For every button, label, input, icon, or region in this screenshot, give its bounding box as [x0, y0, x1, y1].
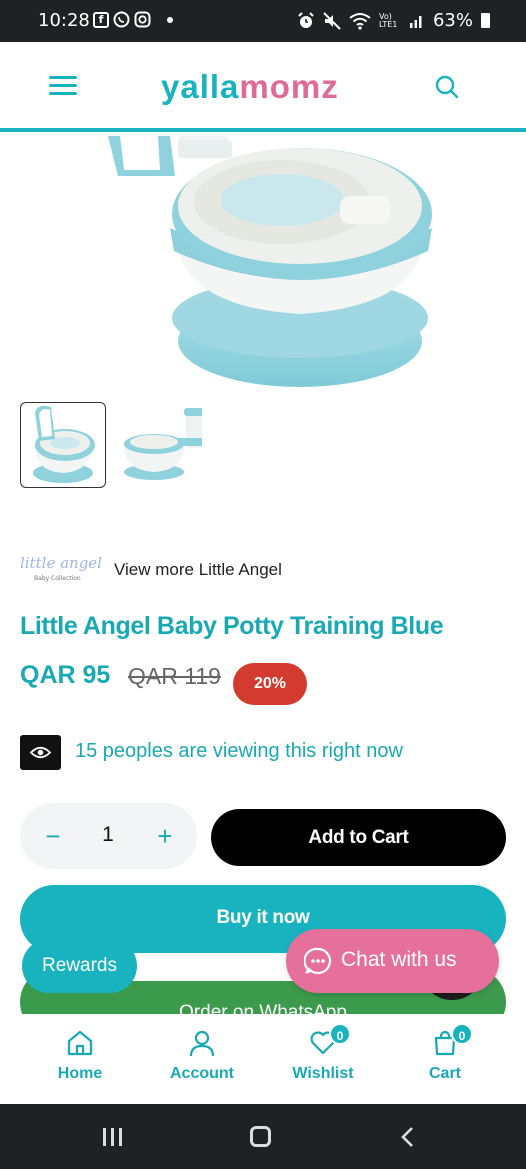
potty-thumbnail-side [124, 408, 202, 480]
battery-icon [481, 13, 490, 28]
viewers-count-text: 15 peoples are viewing this right now [75, 740, 403, 762]
mute-icon [323, 11, 341, 30]
logo-text-yalla: yalla [161, 68, 240, 105]
discount-badge: 20% [233, 663, 307, 705]
nav-label-home: Home [57, 1065, 103, 1082]
back-icon[interactable] [400, 1126, 416, 1148]
account-icon [189, 1030, 215, 1057]
facebook-icon: f [93, 11, 109, 28]
nav-item-cart[interactable]: 0 Cart [390, 1023, 500, 1083]
product-main-image[interactable] [0, 136, 526, 388]
status-bar: 10:28 f Vo) LTE1 63% [0, 0, 526, 42]
add-to-cart-button[interactable]: Add to Cart [211, 809, 506, 866]
system-status-icons: Vo) LTE1 63% [297, 10, 490, 31]
brand-logo-text: little angel [20, 554, 102, 572]
overlay-gap [130, 953, 300, 981]
recent-apps-icon[interactable] [103, 1126, 125, 1148]
product-price: QAR 95 [20, 661, 111, 689]
quantity-increase-button[interactable]: + [154, 822, 176, 850]
original-price: QAR 119 [128, 663, 221, 689]
brand-logo-subtext: Baby Collection [34, 575, 81, 582]
nav-label-cart: Cart [428, 1065, 461, 1082]
notification-icons: f [93, 11, 173, 28]
product-title: Little Angel Baby Potty Training Blue [20, 612, 444, 640]
chat-bubble-icon [304, 947, 332, 975]
site-header: yallamomz [0, 42, 526, 132]
status-time: 10:28 [38, 10, 90, 31]
thumbnail-front[interactable] [20, 402, 106, 488]
quantity-decrease-button[interactable]: − [42, 822, 64, 850]
whatsapp-icon [113, 11, 130, 28]
quantity-value[interactable]: 1 [96, 823, 120, 847]
quantity-stepper: − 1 + [20, 803, 197, 869]
logo-text-momz: momz [239, 68, 339, 105]
nav-item-wishlist[interactable]: 0 Wishlist [268, 1023, 378, 1083]
nav-item-account[interactable]: Account [147, 1029, 257, 1083]
wishlist-count-badge: 0 [329, 1023, 351, 1045]
hamburger-menu-icon[interactable] [49, 76, 77, 96]
cart-count-badge: 0 [451, 1023, 473, 1045]
bottom-navigation: Home Account 0 Wishlist 0 Cart [0, 1014, 526, 1104]
thumbnail-side[interactable] [116, 402, 202, 488]
signal-icon [409, 15, 422, 28]
rewards-button[interactable]: Rewards [22, 939, 137, 993]
eye-icon [20, 735, 61, 770]
battery-percent: 63% [432, 10, 473, 31]
potty-thumbnail-front [33, 405, 95, 483]
alarm-icon [298, 11, 314, 28]
instagram-icon [134, 11, 151, 28]
brand-link[interactable]: View more Little Angel [114, 560, 282, 580]
more-notifications-dot [167, 16, 173, 23]
home-button-icon[interactable] [250, 1126, 271, 1147]
chat-with-us-button[interactable]: Chat with us [286, 929, 499, 993]
potty-illustration [108, 136, 432, 387]
app-screen: 10:28 f Vo) LTE1 63% yallamomz little an… [0, 0, 526, 1169]
chat-label: Chat with us [341, 948, 457, 971]
brand-logo[interactable]: little angel Baby Collection [20, 550, 104, 586]
search-icon[interactable] [434, 74, 460, 100]
home-icon [67, 1030, 93, 1056]
system-navigation-bar [0, 1104, 526, 1169]
site-logo[interactable]: yallamomz [161, 68, 339, 106]
nav-label-wishlist: Wishlist [292, 1065, 354, 1082]
network-label: Vo) LTE1 [378, 11, 398, 29]
wifi-icon [349, 12, 371, 30]
nav-label-account: Account [170, 1065, 234, 1082]
nav-item-home[interactable]: Home [25, 1029, 135, 1083]
